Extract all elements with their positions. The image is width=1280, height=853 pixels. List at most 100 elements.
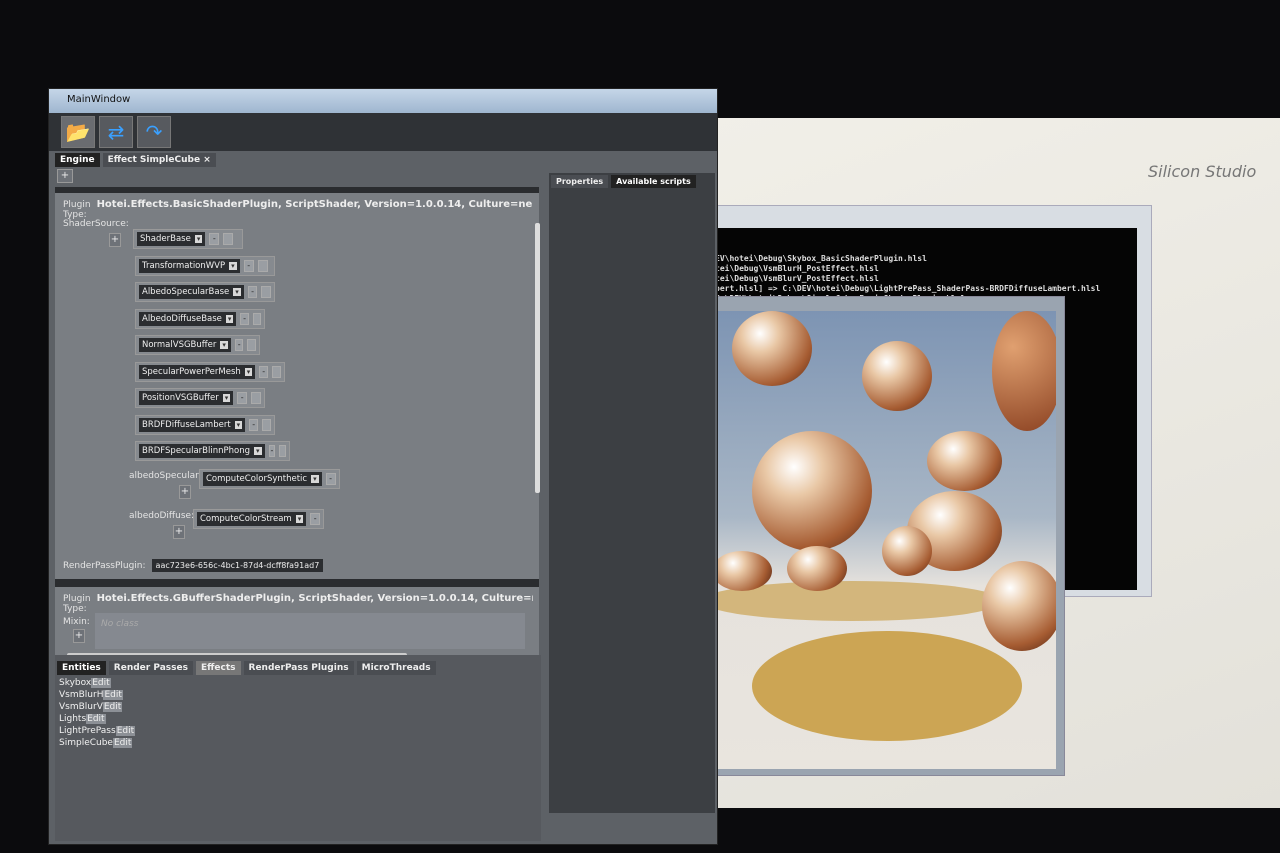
reorder-handle[interactable] [223, 233, 234, 245]
shader-select[interactable]: TransformationWVP ▾ [139, 258, 240, 273]
tab-entities[interactable]: Entities [57, 661, 106, 675]
shader-select[interactable]: AlbedoSpecularBase ▾ [139, 285, 244, 299]
shader-row: PositionVSGBuffer ▾ - [135, 388, 265, 408]
effect-item: SkyboxEdit [59, 677, 541, 689]
remove-button[interactable]: - [243, 259, 254, 272]
edit-button[interactable]: Edit [115, 726, 136, 736]
vertical-scrollbar[interactable] [535, 223, 540, 493]
tab-engine[interactable]: Engine [55, 153, 100, 167]
render-viewport [702, 311, 1056, 769]
shader-select[interactable]: AlbedoDiffuseBase ▾ [139, 311, 237, 326]
shader-name: PositionVSGBuffer [142, 393, 219, 403]
shader-name: BRDFSpecularBlinnPhong [142, 446, 250, 456]
add-mixin-button[interactable]: + [73, 629, 85, 643]
shader-row: BRDFDiffuseLambert ▾ - [135, 414, 275, 435]
shader-select[interactable]: SpecularPowerPerMesh ▾ [139, 364, 256, 379]
select-value: ComputeColorStream [200, 514, 292, 524]
add-shader-button[interactable]: + [109, 233, 121, 247]
remove-button[interactable]: - [240, 312, 249, 325]
remove-button[interactable]: - [249, 418, 259, 431]
effect-item: VsmBlurHEdit [59, 689, 541, 701]
edit-button[interactable]: Edit [112, 738, 133, 748]
chevron-down-icon: ▾ [194, 235, 203, 243]
tab-properties[interactable]: Properties [551, 175, 609, 188]
reorder-handle[interactable] [257, 259, 268, 272]
remove-button[interactable]: - [209, 233, 220, 245]
edit-button[interactable]: Edit [103, 690, 123, 700]
bottom-tabs: Entities Render Passes Effects RenderPas… [55, 655, 541, 677]
reorder-handle[interactable] [272, 365, 281, 378]
add-albedo-specular-button[interactable]: + [179, 485, 191, 499]
remove-button[interactable]: - [310, 513, 321, 525]
reorder-handle[interactable] [261, 286, 271, 298]
shader-select[interactable]: BRDFDiffuseLambert ▾ [139, 417, 246, 432]
tab-renderpass-plugins[interactable]: RenderPass Plugins [243, 661, 354, 675]
chevron-down-icon: ▾ [254, 447, 262, 455]
shader-name: AlbedoDiffuseBase [142, 313, 222, 324]
shader-select[interactable]: ShaderBase ▾ [137, 232, 206, 246]
remove-button[interactable]: - [234, 339, 244, 351]
shader-name: AlbedoSpecularBase [142, 287, 230, 297]
shader-name: SpecularPowerPerMesh [142, 366, 241, 377]
close-icon[interactable]: × [203, 155, 211, 165]
remove-button[interactable]: - [247, 286, 258, 298]
chevron-down-icon: ▾ [220, 341, 228, 349]
renderpass-plugin-value[interactable]: aac723e6-656c-4bc1-87d4-dcff8fa91ad7 [151, 559, 324, 572]
reorder-handle[interactable] [262, 418, 271, 431]
reorder-handle[interactable] [247, 339, 256, 351]
shader-name: TransformationWVP [142, 260, 226, 271]
remove-button[interactable]: - [268, 445, 276, 457]
chevron-down-icon: ▾ [222, 394, 231, 402]
chevron-down-icon: ▾ [225, 314, 234, 323]
albedo-diffuse-label: albedoDiffuse: [129, 511, 195, 521]
remove-button[interactable]: - [237, 392, 248, 404]
reorder-handle[interactable] [279, 445, 286, 457]
window-title: MainWindow [67, 94, 131, 105]
remove-button[interactable]: - [259, 365, 269, 378]
effect-name: Lights [59, 714, 87, 724]
redo-icon[interactable]: ↷ [137, 116, 171, 148]
refresh-icon[interactable]: ⇄ [99, 116, 133, 148]
shader-row: SpecularPowerPerMesh ▾ - [135, 361, 285, 382]
shader-row: TransformationWVP ▾ - [135, 255, 275, 276]
shader-editor: Plugin Type: Hotei.Effects.BasicShaderPl… [55, 187, 540, 658]
chevron-down-icon: ▾ [234, 420, 243, 429]
tab-available-scripts[interactable]: Available scripts [611, 175, 696, 188]
tab-label: Effect SimpleCube [107, 155, 201, 165]
remove-button[interactable]: - [325, 473, 336, 485]
effect-item: VsmBlurVEdit [59, 701, 541, 713]
albedo-specular-select[interactable]: ComputeColorSynthetic ▾ [203, 472, 322, 486]
tab-effect-simplecube[interactable]: Effect SimpleCube × [102, 153, 216, 167]
mixin-label: Mixin: [63, 617, 90, 627]
tab-microthreads[interactable]: MicroThreads [356, 661, 436, 675]
shader-row: NormalVSGBuffer ▾ - [135, 335, 260, 355]
chevron-down-icon: ▾ [229, 261, 237, 270]
reorder-handle[interactable] [252, 312, 261, 325]
reorder-handle[interactable] [251, 392, 261, 404]
renderpass-plugin-label: RenderPassPlugin: [63, 560, 146, 571]
albedo-diffuse-select[interactable]: ComputeColorStream ▾ [197, 512, 307, 526]
bottom-panel: Entities Render Passes Effects RenderPas… [55, 655, 541, 841]
shader-row: AlbedoSpecularBase ▾ - [135, 282, 275, 302]
folder-open-icon[interactable]: 📂 [61, 116, 95, 148]
edit-button[interactable]: Edit [86, 714, 106, 724]
shader-select[interactable]: BRDFSpecularBlinnPhong ▾ [139, 444, 265, 458]
effect-name: VsmBlurV [59, 702, 103, 712]
properties-pane: Properties Available scripts [549, 173, 715, 813]
effect-item: LightsEdit [59, 713, 541, 725]
add-albedo-diffuse-button[interactable]: + [173, 525, 185, 539]
edit-button[interactable]: Edit [102, 702, 123, 712]
edit-button[interactable]: Edit [91, 678, 111, 688]
tab-render-passes[interactable]: Render Passes [108, 661, 193, 675]
main-window: MainWindow –□✕ 📂 ⇄ ↷ Engine Effect Simpl… [48, 88, 718, 845]
shader-name: NormalVSGBuffer [142, 340, 217, 350]
add-button[interactable]: + [57, 169, 73, 183]
shader-select[interactable]: PositionVSGBuffer ▾ [139, 391, 234, 405]
console-line: tei\Debug\VsmBlurV_PostEffect.hlsl [715, 274, 879, 283]
mixin-field[interactable]: No class [95, 613, 525, 649]
render-window [693, 296, 1065, 776]
effect-item: LightPrePassEdit [59, 725, 541, 737]
shader-row: AlbedoDiffuseBase ▾ - [135, 308, 265, 329]
shader-select[interactable]: NormalVSGBuffer ▾ [139, 338, 231, 352]
tab-effects[interactable]: Effects [195, 661, 241, 675]
